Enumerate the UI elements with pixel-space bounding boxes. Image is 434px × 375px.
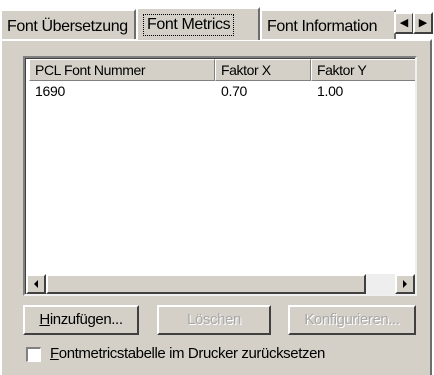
column-header-faktor-y[interactable]: Faktor Y	[311, 59, 415, 81]
reset-fontmetrics-label[interactable]: Fontmetricstabelle im Drucker zurücksetz…	[50, 345, 325, 363]
scrollbar-thumb[interactable]	[46, 274, 366, 294]
arrow-right-icon: ▶	[418, 17, 428, 29]
tab-scroll-right-button[interactable]: ▶	[413, 12, 433, 34]
delete-button-label: Löschen	[187, 311, 241, 328]
configure-button[interactable]: Konfigurieren...	[288, 305, 416, 335]
delete-button[interactable]: Löschen	[157, 305, 271, 335]
cell-faktor-y: 1.00	[317, 83, 344, 99]
checkbox-mnemonic: F	[50, 345, 59, 362]
tab-label: Font Metrics	[143, 14, 235, 36]
scroll-right-button[interactable]	[395, 274, 415, 294]
column-header-faktor-x[interactable]: Faktor X	[215, 59, 311, 81]
list-body: PCL Font Nummer Faktor X Faktor Y 1690 0…	[25, 58, 415, 294]
checkbox-label-text: ontmetricstabelle im Drucker zurücksetze…	[58, 345, 326, 362]
tab-label: Font Information	[267, 18, 378, 35]
configure-button-label: Konfigurieren...	[304, 311, 400, 328]
scroll-left-button[interactable]	[26, 274, 46, 294]
tab-label: Font Übersetzung	[7, 18, 128, 35]
tab-font-metrics[interactable]: Font Metrics	[136, 7, 260, 40]
tab-font-uebersetzung[interactable]: Font Übersetzung	[0, 9, 136, 43]
tab-scroll-left-button[interactable]: ◀	[394, 12, 414, 34]
column-header-pcl-font-nummer[interactable]: PCL Font Nummer	[29, 59, 215, 81]
cell-pcl-font-nummer: 1690	[35, 83, 65, 99]
add-button-mnemonic: H	[39, 311, 50, 328]
font-metrics-list[interactable]: PCL Font Nummer Faktor X Faktor Y 1690 0…	[23, 56, 417, 296]
reset-fontmetrics-checkbox[interactable]	[26, 347, 41, 362]
add-button-label: inzufügen...	[49, 311, 123, 328]
horizontal-scrollbar[interactable]	[26, 274, 415, 294]
table-row[interactable]: 1690 0.70 1.00	[26, 82, 415, 100]
cell-faktor-x: 0.70	[221, 83, 248, 99]
column-header-label: PCL Font Nummer	[35, 62, 146, 78]
tab-panel: PCL Font Nummer Faktor X Faktor Y 1690 0…	[0, 39, 432, 375]
arrow-right-icon	[403, 280, 407, 288]
column-header-label: Faktor Y	[317, 62, 367, 78]
arrow-left-icon	[34, 280, 38, 288]
column-header-label: Faktor X	[221, 62, 271, 78]
font-metrics-dialog: Font Übersetzung Font Metrics Font Infor…	[0, 0, 434, 375]
tab-font-information[interactable]: Font Information	[260, 9, 396, 43]
add-button[interactable]: Hinzufügen...	[23, 305, 139, 335]
arrow-left-icon: ◀	[399, 17, 409, 29]
